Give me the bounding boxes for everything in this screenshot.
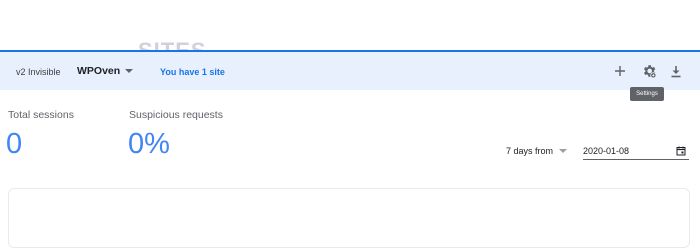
- start-date-field[interactable]: 2020-01-08: [583, 142, 689, 160]
- chart-card: [8, 188, 690, 248]
- plus-icon: [615, 66, 625, 76]
- site-selector[interactable]: WPOven: [77, 65, 134, 77]
- site-name: WPOven: [77, 65, 121, 77]
- date-range-select[interactable]: 7 days from: [506, 146, 568, 156]
- chevron-down-icon: [559, 149, 568, 153]
- settings-button[interactable]: [639, 61, 659, 81]
- suspicious-requests-label: Suspicious requests: [129, 109, 223, 121]
- key-type-label: v2 Invisible: [16, 67, 61, 77]
- date-range-label: 7 days from: [506, 146, 554, 156]
- start-date-value: 2020-01-08: [583, 145, 630, 156]
- add-button[interactable]: [610, 61, 630, 81]
- top-strip: SITES: [0, 0, 700, 50]
- chevron-down-icon: [125, 69, 134, 73]
- total-sessions-value: 0: [6, 128, 23, 160]
- site-count-link[interactable]: You have 1 site: [160, 67, 225, 77]
- settings-tooltip: Settings: [630, 87, 664, 101]
- page-heading-cut: SITES: [138, 40, 207, 51]
- total-sessions-label: Total sessions: [8, 109, 74, 121]
- download-button[interactable]: [666, 61, 686, 81]
- suspicious-requests-value: 0%: [128, 128, 170, 160]
- calendar-icon[interactable]: [676, 146, 686, 156]
- download-icon: [671, 65, 681, 77]
- gear-icon: [644, 65, 657, 79]
- header-bar: v2 Invisible WPOven You have 1 site: [0, 50, 700, 90]
